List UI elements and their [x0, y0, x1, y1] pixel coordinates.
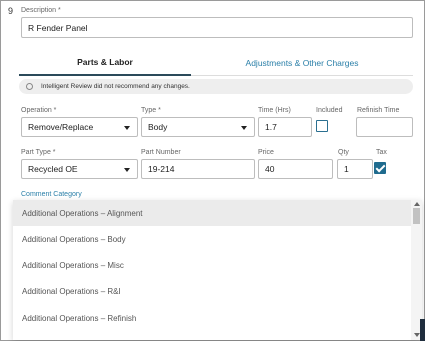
info-icon [26, 83, 33, 90]
tax-checkbox[interactable] [374, 162, 386, 174]
comment-category-dropdown: Additional Operations – Alignment Additi… [13, 200, 422, 340]
description-label: Description * [21, 7, 61, 14]
qty-value: 1 [344, 164, 349, 174]
included-checkbox[interactable] [316, 120, 328, 132]
comment-category-option[interactable]: Additional Operations – Alignment [13, 200, 411, 226]
comment-category-option[interactable]: Additional Operations – R&I [13, 278, 411, 304]
comment-category-option[interactable]: Additional Operations – Misc [13, 252, 411, 278]
time-input[interactable]: 1.7 [258, 117, 312, 137]
time-value: 1.7 [265, 122, 277, 132]
chevron-down-icon [124, 126, 130, 130]
tab-parts-labor-label: Parts & Labor [77, 57, 133, 67]
chevron-down-icon [124, 168, 130, 172]
qty-input[interactable]: 1 [337, 159, 373, 179]
option-label: Additional Operations – R&I [22, 286, 121, 296]
scroll-up-icon[interactable] [414, 202, 420, 206]
option-label: Additional Operations – Refinish [22, 313, 137, 323]
scrollbar-thumb[interactable] [413, 208, 420, 224]
comment-category-option[interactable]: Additional Operations – Refinish [13, 305, 411, 331]
tab-adjustments-other-charges[interactable]: Adjustments & Other Charges [191, 50, 413, 76]
description-value: R Fender Panel [28, 22, 88, 33]
banner-text: Intelligent Review did not recommend any… [41, 83, 190, 90]
comment-category-label: Comment Category [21, 191, 82, 198]
tab-parts-labor[interactable]: Parts & Labor [19, 50, 191, 76]
line-number: 9 [8, 6, 14, 16]
description-input[interactable]: R Fender Panel [21, 17, 413, 38]
intelligent-review-banner: Intelligent Review did not recommend any… [19, 79, 413, 94]
comment-category-option[interactable]: Additional Operations – Body [13, 226, 411, 252]
operation-label: Operation * [21, 107, 57, 114]
part-number-input[interactable]: 19-214 [141, 159, 255, 179]
option-label: Additional Operations – Alignment [22, 208, 143, 218]
qty-label: Qty [338, 149, 349, 156]
type-value: Body [148, 122, 168, 132]
window-edge [420, 319, 425, 341]
part-number-value: 19-214 [148, 164, 175, 174]
option-label: Additional Operations – Misc [22, 260, 124, 270]
part-type-value: Recycled OE [28, 164, 78, 174]
operation-value: Remove/Replace [28, 122, 94, 132]
operation-select[interactable]: Remove/Replace [21, 117, 138, 137]
part-number-label: Part Number [141, 149, 181, 156]
chevron-down-icon [241, 126, 247, 130]
part-type-label: Part Type * [21, 149, 56, 156]
option-label: Additional Operations – Body [22, 234, 126, 244]
type-select[interactable]: Body [141, 117, 255, 137]
refinish-time-label: Refinish Time [357, 107, 400, 114]
time-label: Time (Hrs) [258, 107, 291, 114]
price-label: Price [258, 149, 274, 156]
type-label: Type * [141, 107, 161, 114]
part-type-select[interactable]: Recycled OE [21, 159, 138, 179]
refinish-time-input[interactable] [356, 117, 413, 137]
tab-adjustments-label: Adjustments & Other Charges [245, 57, 359, 68]
price-value: 40 [265, 164, 275, 174]
tax-label: Tax [376, 149, 387, 156]
price-input[interactable]: 40 [258, 159, 333, 179]
included-label: Included [316, 107, 343, 114]
